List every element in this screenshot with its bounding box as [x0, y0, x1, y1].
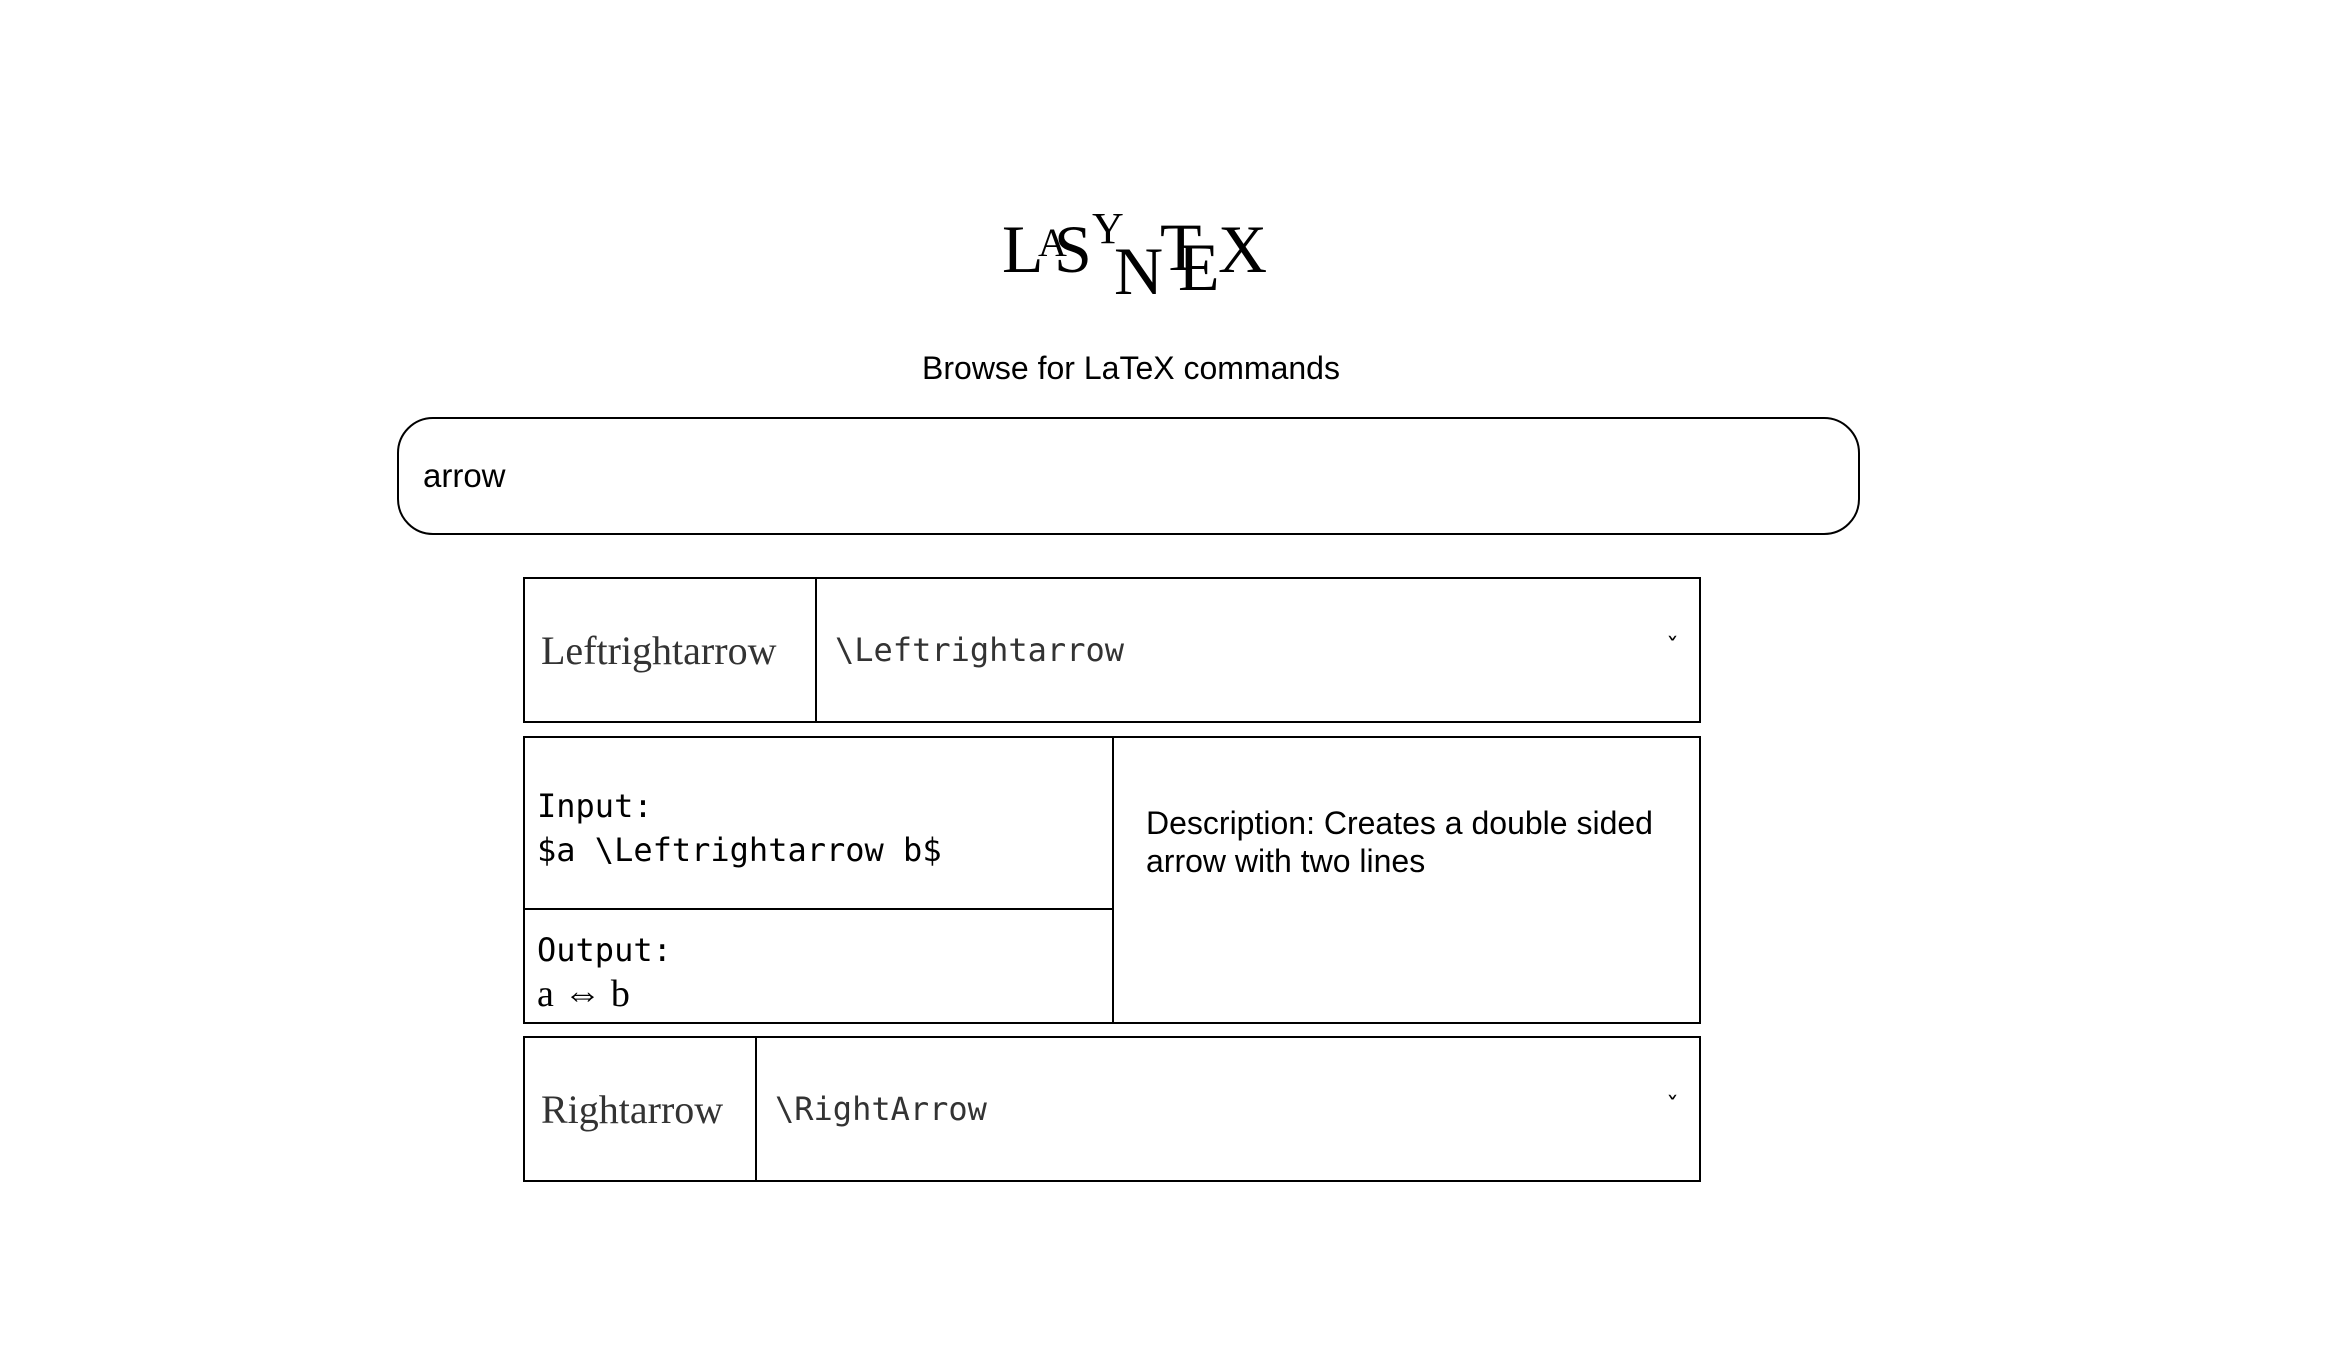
input-label: Input: [537, 787, 653, 825]
input-value: $a \Leftrightarrow b$ [537, 831, 942, 869]
output-label: Output: [537, 931, 672, 969]
detail-output-box: Output: a ⇔ b [525, 910, 1112, 1022]
chevron-down-icon[interactable]: ˇ [1666, 1093, 1679, 1123]
result-detail-panel: Input: $a \Leftrightarrow b$ Output: a ⇔… [523, 736, 1701, 1024]
result-name: Leftrightarrow [525, 579, 817, 721]
detail-description: Description: Creates a double sided arro… [1146, 805, 1653, 879]
output-value: a ⇔ b [537, 973, 630, 1015]
result-command: \RightArrow [775, 1090, 987, 1128]
result-command-cell: \RightArrow ˇ [757, 1038, 1699, 1180]
search-input[interactable] [397, 417, 1860, 535]
detail-input-box: Input: $a \Leftrightarrow b$ [525, 738, 1112, 910]
result-row-leftrightarrow[interactable]: Leftrightarrow \Leftrightarrow ˇ [523, 577, 1701, 723]
logo-letter: S [1054, 211, 1092, 287]
logo-letter: X [1218, 211, 1268, 287]
logo-letter: E [1178, 229, 1220, 305]
page-subtitle: Browse for LaTeX commands [922, 350, 1340, 386]
result-command: \Leftrightarrow [835, 631, 1124, 669]
chevron-down-icon[interactable]: ˇ [1666, 634, 1679, 664]
detail-io: Input: $a \Leftrightarrow b$ Output: a ⇔… [525, 738, 1114, 1022]
result-name: Rightarrow [525, 1038, 757, 1180]
result-row-rightarrow[interactable]: Rightarrow \RightArrow ˇ [523, 1036, 1701, 1182]
site-logo: L A S Y N T E X [1002, 205, 1272, 309]
result-command-cell: \Leftrightarrow ˇ [817, 579, 1699, 721]
logo-letter: N [1114, 233, 1164, 309]
